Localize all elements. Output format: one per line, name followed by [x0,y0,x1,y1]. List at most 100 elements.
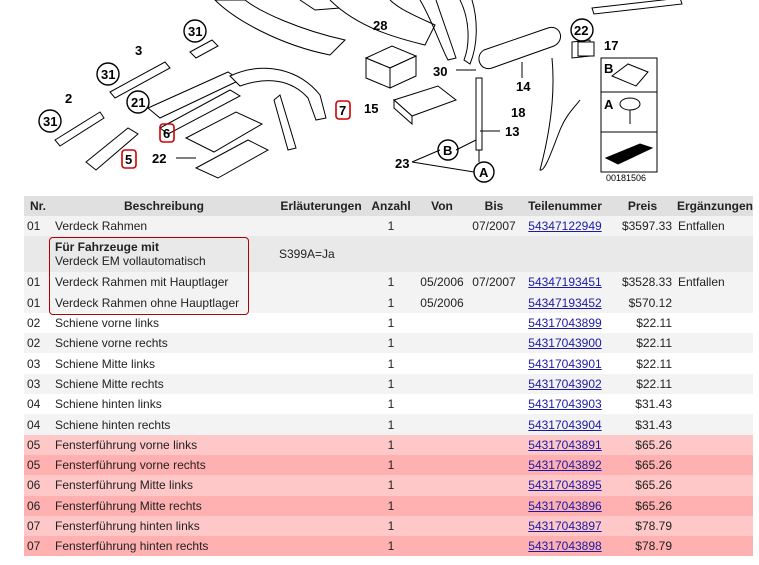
cell-explanation [276,475,366,496]
cell-to [468,312,520,334]
cell-explanation [276,536,366,557]
callout-13: 13 [505,124,519,139]
cell-nr: 07 [24,515,52,537]
part-number-link[interactable]: 54347193451 [528,275,601,289]
part-number-link[interactable]: 54317043899 [528,316,601,330]
cell-from [416,414,468,435]
part-number-link[interactable]: 54317043896 [528,499,601,513]
cell-quantity: 1 [366,394,416,415]
cell-to [468,454,520,476]
cell-from: 05/2006 [416,272,468,293]
cell-description: Schiene Mitte rechts [52,373,276,395]
cell-nr: 01 [24,216,52,237]
cell-from [416,536,468,557]
callout-18: 18 [511,105,525,120]
cell-part-number: 54317043891 [520,434,610,455]
cell-nr: 04 [24,394,52,415]
cell-from [416,353,468,374]
col-teilenummer[interactable]: Teilenummer [520,196,610,216]
cell-price: $22.11 [610,333,675,354]
callout-5: 5 [125,152,132,167]
part-number-link[interactable]: 54317043902 [528,377,601,391]
cell-quantity: 1 [366,434,416,455]
cell-part-number: 54317043902 [520,373,610,395]
cell-part-number: 54347193451 [520,272,610,293]
part-number-link[interactable]: 54317043895 [528,478,601,492]
cell-description: Schiene vorne rechts [52,333,276,354]
parts-diagram: 28 31 3 31 2 21 31 7 6 5 22 30 15 14 13 … [38,0,683,183]
cell-part-number: 54317043897 [520,515,610,537]
cell-price: $78.79 [610,515,675,537]
col-preis[interactable]: Preis [610,196,675,216]
part-number-link[interactable]: 54317043903 [528,397,601,411]
cell-price: $78.79 [610,536,675,557]
cell-supplement [675,475,753,496]
part-number-link[interactable]: 54347193452 [528,296,601,310]
part-number-link[interactable]: 54317043900 [528,336,601,350]
parts-table: Nr. Beschreibung Erläuterungen Anzahl Vo… [24,196,753,557]
callout-14: 14 [516,79,531,94]
cell-quantity: 1 [366,353,416,374]
callout-22-right: 22 [574,23,588,38]
col-nr[interactable]: Nr. [24,196,52,216]
table-row: 04 Schiene hinten links 1 54317043903 $31.43 [24,394,753,415]
cell-explanation [276,434,366,455]
cell-nr: 06 [24,495,52,516]
cell-to [468,373,520,395]
col-ergaenzungen[interactable]: Ergänzungen [675,196,753,216]
cell-to [468,292,520,313]
cell-description: Fensterführung hinten links [52,515,276,537]
col-anzahl[interactable]: Anzahl [366,196,416,216]
cell-to: 07/2007 [468,272,520,293]
cell-to [468,495,520,516]
cell-from [416,434,468,455]
part-number-link[interactable]: 54317043901 [528,357,601,371]
part-number-link[interactable]: 54317043897 [528,519,601,533]
cell-explanation [276,272,366,293]
note-cell: Für Fahrzeuge mit Verdeck EM vollautomati… [52,236,276,273]
cell-quantity: 1 [366,216,416,237]
cell-description: Fensterführung Mitte links [52,475,276,496]
cell-price: $22.11 [610,353,675,374]
cell-nr: 02 [24,333,52,354]
col-bis[interactable]: Bis [468,196,520,216]
cell-part-number: 54347122949 [520,216,610,237]
part-number-link[interactable]: 54347122949 [528,219,601,233]
cell-nr: 01 [24,272,52,293]
col-erlaeuterungen[interactable]: Erläuterungen [276,196,366,216]
cell-to [468,333,520,354]
cell-nr: 05 [24,434,52,455]
cell-from [416,216,468,237]
cell-price: $31.43 [610,414,675,435]
cell-quantity: 1 [366,272,416,293]
image-code: 00181506 [606,173,646,183]
cell-nr: 01 [24,292,52,313]
cell-supplement [675,414,753,435]
cell-to [468,414,520,435]
cell-part-number: 54317043896 [520,495,610,516]
cell-price: $22.11 [610,312,675,334]
table-row: 07 Fensterführung hinten links 1 5431704389… [24,515,753,537]
cell-to [468,536,520,557]
cell-explanation [276,414,366,435]
table-row: 05 Fensterführung vorne links 1 54317043891… [24,434,753,455]
part-number-link[interactable]: 54317043898 [528,539,601,553]
part-number-link[interactable]: 54317043892 [528,458,601,472]
callout-3: 3 [135,43,142,58]
part-number-link[interactable]: 54317043904 [528,418,601,432]
table-row: 02 Schiene vorne rechts 1 54317043900 $22.11 [24,333,753,354]
callout-6: 6 [163,126,170,141]
cell-to [468,515,520,537]
cell-supplement [675,373,753,395]
part-number-link[interactable]: 54317043891 [528,438,601,452]
cell-nr: 05 [24,454,52,476]
cell-part-number: 54317043899 [520,312,610,334]
cell-description: Schiene vorne links [52,312,276,334]
col-von[interactable]: Von [416,196,468,216]
cell-part-number: 54317043904 [520,414,610,435]
cell-explanation [276,495,366,516]
col-beschreibung[interactable]: Beschreibung [52,196,276,216]
cell-from [416,333,468,354]
cell-supplement [675,495,753,516]
cell-from [416,454,468,476]
